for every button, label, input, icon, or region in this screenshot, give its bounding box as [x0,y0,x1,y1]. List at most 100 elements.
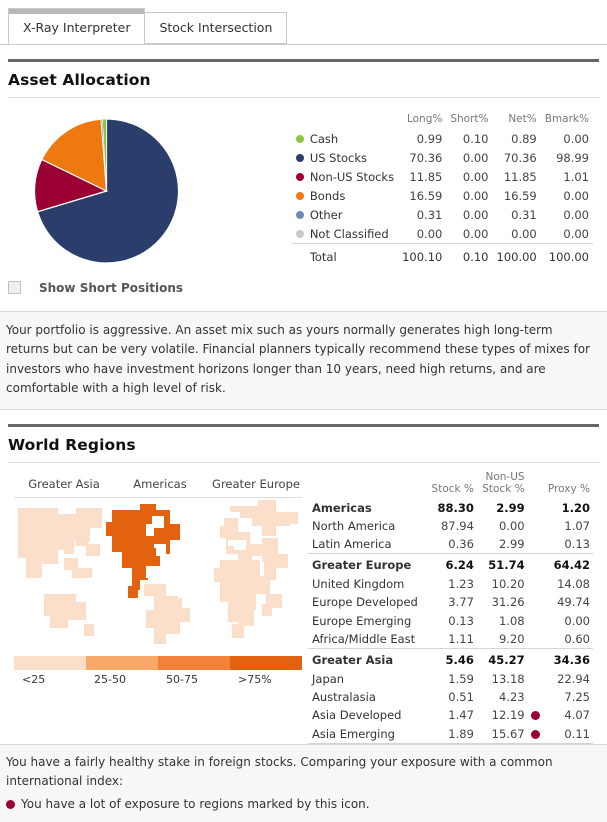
legend-dot-icon [295,192,304,200]
col-non-us-line2: Stock % [482,482,525,495]
cell-flag [528,593,543,611]
cell-nonus: 10.20 [491,576,525,591]
asset-allocation-pie-chart [8,102,292,266]
cell-short: 0.00 [462,150,489,165]
table-row: Not Classified 0.00 0.00 0.00 0.00 [292,224,593,244]
cell-bmark: 0.00 [563,226,589,241]
cell-flag [528,630,543,649]
legend-label-3: 50-75 [166,672,198,686]
section-rule-light [8,461,599,463]
cell-flag [528,706,543,724]
tab-stock-intersection[interactable]: Stock Intersection [144,12,288,44]
cell-proxy: 1.20 [561,500,590,515]
col-asset-class [292,112,398,129]
cell-nonus: 0.00 [498,518,525,533]
table-row: North America 87.94 0.00 1.07 [308,517,593,535]
map-label-greater-asia: Greater Asia [28,476,100,491]
legend-band-1 [14,655,86,670]
region-name: Greater Asia [308,648,427,670]
cell-net: 11.85 [503,169,537,184]
col-stock-pct: Stock % [431,482,474,495]
cell-short: 0.10 [462,131,489,146]
world-regions-section: World Regions Greater Asia Americas Grea… [0,423,607,782]
cell-long: 0.99 [416,131,443,146]
row-label-us-stocks: US Stocks [292,148,398,167]
region-name: Europe Developed [312,595,418,610]
page-title-asset-allocation: Asset Allocation [8,71,151,89]
world-map-panel: Greater Asia Americas Greater Europe <25… [8,467,308,686]
cell-flag [528,575,543,593]
cell-proxy: 49.74 [557,595,590,610]
region-name: United Kingdom [312,576,405,591]
legend-band-4 [230,655,302,670]
cell-net: 70.36 [503,150,537,165]
map-region-latin-america [144,583,190,644]
col-short: Short% [450,113,489,125]
show-short-positions-checkbox[interactable] [8,281,21,294]
map-legend-labels: <25 25-50 50-75 >75% [14,670,302,686]
cell-proxy: 14.08 [557,576,590,591]
cell-stock: 3.77 [448,595,474,610]
tab-underline [0,44,607,45]
cell-net: 0.31 [511,207,537,222]
cell-nonus: 1.08 [498,613,525,628]
asset-name: Bonds [309,188,346,203]
world-regions-table-wrap: Stock % Non-US Stock % Proxy % Americas [308,467,599,782]
cell-proxy: 0.13 [564,537,590,552]
cell-total-net: 100.00 [492,243,541,267]
row-label-other: Other [292,205,398,224]
page-title-world-regions: World Regions [8,435,136,454]
col-net: Net% [508,113,537,125]
cell-stock: 5.46 [426,648,477,670]
asset-allocation-body: Cash 0.99 0.10 0.89 0.00 US Stocks 70.36… [291,129,593,267]
tab-xray-interpreter[interactable]: X-Ray Interpreter [8,8,146,44]
cell-stock: 87.94 [440,518,474,533]
col-region [308,471,426,497]
region-name: Greater Europe [308,553,427,575]
table-row: Other 0.31 0.00 0.31 0.00 [292,205,593,224]
map-region-labels: Greater Asia Americas Greater Europe [14,471,308,497]
region-name: Latin America [312,537,392,552]
asset-allocation-section: Asset Allocation Long% Short% Net% Bmark… [0,59,607,267]
section-rule-light [8,97,599,98]
interpretation-text: Your portfolio is aggressive. An asset m… [6,322,590,396]
cell-net: 0.00 [511,226,537,241]
cell-stock: 0.36 [448,537,474,552]
table-header-row: Stock % Non-US Stock % Proxy % [308,471,593,497]
legend-band-3 [158,655,230,670]
row-label-non-us-stocks: Non-US Stocks [292,167,398,186]
pie-svg [33,118,180,264]
cell-proxy: 0.60 [564,631,590,646]
cell-net: 0.89 [511,131,537,146]
cell-short: 0.00 [462,207,489,222]
high-exposure-icon [530,711,540,721]
world-regions-table: Stock % Non-US Stock % Proxy % Americas [308,471,593,764]
table-row-group: Americas 88.30 2.99 1.20 [308,497,593,517]
row-label-total: Total [291,243,399,267]
cell-proxy: 0.11 [564,726,590,741]
cell-net: 16.59 [503,188,537,203]
cell-short: 0.00 [462,169,489,184]
cell-short: 0.00 [462,226,489,241]
tab-bar: X-Ray Interpreter Stock Intersection [0,0,607,45]
show-short-positions-row[interactable]: Show Short Positions [0,267,607,295]
asset-name: Cash [309,131,339,146]
legend-dot-icon [295,230,304,238]
col-non-us-stock-pct: Non-US Stock % [477,471,528,497]
tab-label: X-Ray Interpreter [23,20,131,35]
table-row: Asia Emerging 1.89 15.67 0.11 [308,724,593,743]
cell-bmark: 0.00 [563,207,589,222]
cell-stock: 1.23 [448,576,474,591]
row-label-not-classified: Not Classified [292,224,398,244]
cell-nonus: 2.99 [496,500,525,515]
cell-total-short: 0.10 [446,243,493,267]
legend-band-2 [86,655,158,670]
col-flag-spacer [528,471,543,497]
cell-stock: 1.89 [448,726,474,741]
region-name: Australasia [312,689,376,704]
row-label-cash: Cash [292,129,398,148]
cell-stock: 1.59 [448,671,474,686]
map-legend-gradient [14,655,302,670]
cell-bmark: 98.99 [556,150,589,165]
cell-flag [528,669,543,687]
